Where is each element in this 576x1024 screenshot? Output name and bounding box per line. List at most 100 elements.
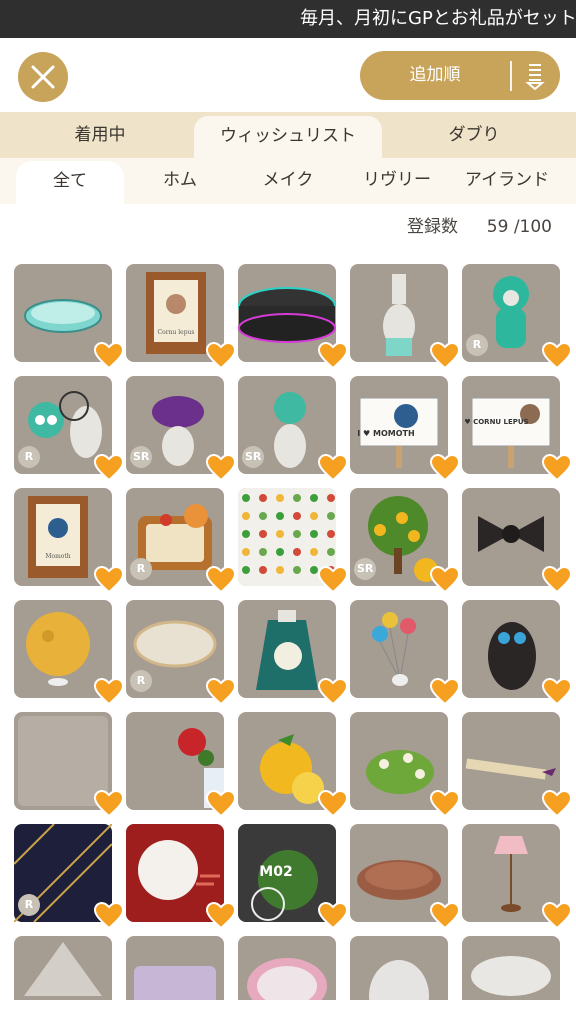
registered-count: 登録数 59 /100: [407, 212, 552, 237]
heart-icon[interactable]: [206, 566, 236, 594]
wishlist-item[interactable]: R: [14, 376, 124, 482]
tab-livly[interactable]: リヴリー: [344, 158, 450, 204]
heart-icon[interactable]: [94, 342, 124, 370]
svg-text:M02: M02: [259, 864, 292, 880]
heart-icon[interactable]: [430, 566, 460, 594]
heart-icon[interactable]: [542, 566, 572, 594]
heart-icon[interactable]: [206, 902, 236, 930]
heart-icon[interactable]: [318, 342, 348, 370]
heart-icon[interactable]: [318, 454, 348, 482]
wishlist-item[interactable]: [14, 936, 112, 1000]
ticker-text: 毎月、月初にGPとお礼品がセット: [300, 8, 576, 29]
count-label: 登録数: [406, 217, 458, 237]
heart-icon[interactable]: [430, 678, 460, 706]
rarity-badge: R: [18, 446, 40, 468]
svg-text:Cornu lepus: Cornu lepus: [158, 329, 195, 336]
tab-island[interactable]: アイランド: [452, 158, 562, 204]
wishlist-item[interactable]: [462, 824, 572, 930]
rarity-badge: R: [130, 558, 152, 580]
heart-icon[interactable]: [318, 790, 348, 818]
svg-text:I ♥ MOMOTH: I ♥ MOMOTH: [357, 429, 414, 438]
heart-icon[interactable]: [94, 566, 124, 594]
heart-icon[interactable]: [206, 454, 236, 482]
wishlist-item[interactable]: SR: [126, 376, 236, 482]
heart-icon[interactable]: [94, 454, 124, 482]
wishlist-item[interactable]: [238, 712, 348, 818]
wishlist-item[interactable]: [462, 712, 572, 818]
wishlist-item[interactable]: [238, 600, 348, 706]
heart-icon[interactable]: [318, 566, 348, 594]
wishlist-item[interactable]: Cornu lepus: [126, 264, 236, 370]
wishlist-item[interactable]: R: [462, 264, 572, 370]
rarity-badge: R: [466, 334, 488, 356]
wishlist-item[interactable]: R: [126, 600, 236, 706]
wishlist-item[interactable]: [126, 824, 236, 930]
item-thumbnail: [369, 960, 429, 1000]
heart-icon[interactable]: [430, 902, 460, 930]
wishlist-item[interactable]: I ♥ MOMOTH: [350, 376, 460, 482]
heart-icon[interactable]: [94, 902, 124, 930]
count-value: 59 /100: [486, 217, 552, 237]
tab-all[interactable]: 全て: [16, 161, 124, 204]
heart-icon[interactable]: [542, 678, 572, 706]
close-icon: [31, 65, 55, 89]
wishlist-item[interactable]: [14, 264, 124, 370]
wishlist-item[interactable]: [126, 712, 236, 818]
item-grid: Cornu lepus R R SR SR I ♥ MOMOTH I ♥ CORNU LEP…: [0, 262, 576, 1000]
sort-icon[interactable]: [522, 62, 548, 90]
heart-icon[interactable]: [542, 454, 572, 482]
sort-label: 追加順: [409, 65, 461, 85]
primary-tabs: 着用中 ウィッシュリスト ダブり: [0, 112, 576, 158]
wishlist-item[interactable]: [14, 600, 124, 706]
heart-icon[interactable]: [542, 342, 572, 370]
category-tabs: 全て ホム メイク リヴリー アイランド: [0, 158, 576, 204]
heart-icon[interactable]: [94, 678, 124, 706]
wishlist-item[interactable]: R: [14, 824, 124, 930]
wishlist-item[interactable]: SR: [350, 488, 460, 594]
wishlist-item[interactable]: Momoth: [14, 488, 124, 594]
svg-text:I ♥ CORNU LEPUS: I ♥ CORNU LEPUS: [462, 418, 529, 426]
heart-icon[interactable]: [206, 678, 236, 706]
wishlist-item[interactable]: [462, 600, 572, 706]
wishlist-item[interactable]: [14, 712, 124, 818]
wishlist-item[interactable]: [238, 488, 348, 594]
wishlist-item[interactable]: SR: [238, 376, 348, 482]
tab-duplicates[interactable]: ダブり: [382, 112, 566, 158]
top-bar: 追加順: [0, 38, 576, 112]
item-thumbnail: [24, 942, 102, 996]
wishlist-item[interactable]: [350, 712, 460, 818]
rarity-badge: R: [18, 894, 40, 916]
wishlist-item[interactable]: I ♥ CORNU LEPUS: [462, 376, 572, 482]
announcement-ticker: 毎月、月初にGPとお礼品がセット: [0, 0, 576, 38]
heart-icon[interactable]: [542, 902, 572, 930]
heart-icon[interactable]: [206, 342, 236, 370]
tab-wearing[interactable]: 着用中: [0, 112, 200, 158]
heart-icon[interactable]: [94, 790, 124, 818]
wishlist-item[interactable]: [462, 488, 572, 594]
close-button[interactable]: [18, 52, 68, 102]
heart-icon[interactable]: [206, 790, 236, 818]
tab-home[interactable]: ホム: [128, 158, 232, 204]
heart-icon[interactable]: [318, 902, 348, 930]
wishlist-item[interactable]: [238, 264, 348, 370]
heart-icon[interactable]: [430, 342, 460, 370]
wishlist-item[interactable]: [350, 600, 460, 706]
wishlist-item[interactable]: M02: [238, 824, 348, 930]
heart-icon[interactable]: [542, 790, 572, 818]
heart-icon[interactable]: [318, 678, 348, 706]
wishlist-item[interactable]: [350, 824, 460, 930]
wishlist-item[interactable]: [238, 936, 336, 1000]
heart-icon[interactable]: [430, 790, 460, 818]
wishlist-item[interactable]: R: [126, 488, 236, 594]
wishlist-item[interactable]: [350, 264, 460, 370]
wishlist-item[interactable]: [462, 936, 560, 1000]
tab-wishlist[interactable]: ウィッシュリスト: [194, 116, 382, 158]
wishlist-item[interactable]: [350, 936, 448, 1000]
sort-divider: [510, 61, 512, 91]
item-thumbnail: [247, 958, 327, 1000]
wishlist-item[interactable]: [126, 936, 224, 1000]
tab-make[interactable]: メイク: [236, 158, 340, 204]
heart-icon[interactable]: [430, 454, 460, 482]
item-thumbnail: [134, 966, 216, 1000]
sort-button[interactable]: 追加順: [360, 51, 560, 100]
